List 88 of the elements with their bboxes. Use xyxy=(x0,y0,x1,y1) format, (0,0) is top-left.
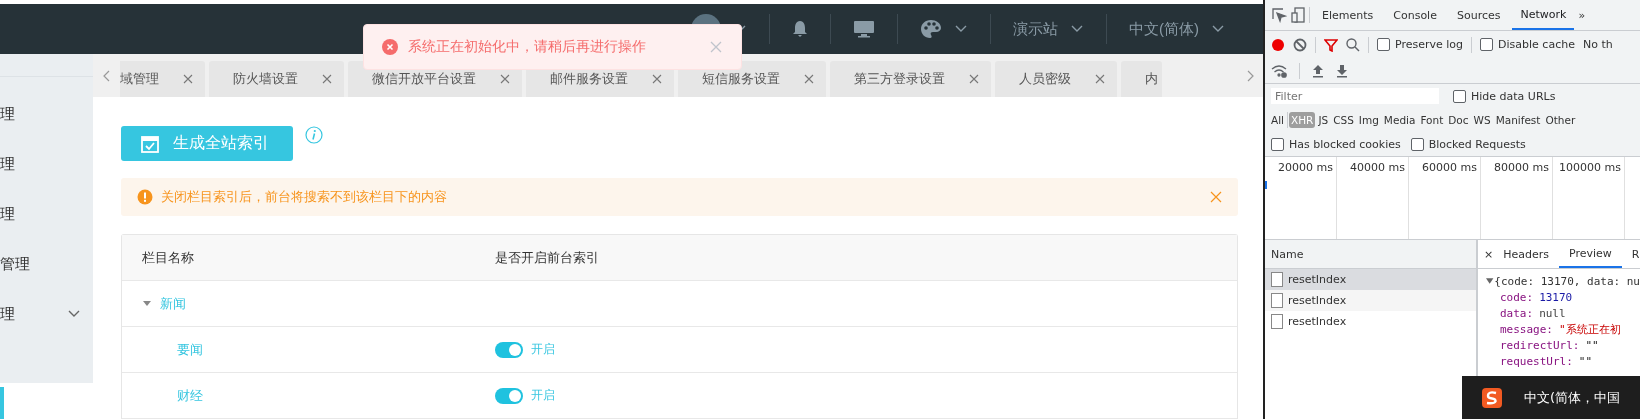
sidebar-item[interactable]: 理 xyxy=(0,189,93,239)
json-field: requestUrl: "" xyxy=(1486,353,1640,369)
close-icon[interactable] xyxy=(804,74,814,84)
request-row[interactable]: resetIndex xyxy=(1265,269,1476,290)
details-tab[interactable]: Preview xyxy=(1559,240,1622,268)
toast-message: 系统正在初始化中，请稍后再进行操作 xyxy=(408,38,647,56)
close-icon[interactable] xyxy=(500,74,510,84)
toggle-label: 开启 xyxy=(531,387,555,404)
close-icon[interactable] xyxy=(652,74,662,84)
time-tick: 60000 ms xyxy=(1409,157,1481,239)
clear-icon[interactable] xyxy=(1293,37,1307,52)
time-tick: 20000 ms xyxy=(1265,157,1337,239)
type-filter[interactable]: Manifest xyxy=(1493,112,1543,128)
throttling-dropdown[interactable]: No th xyxy=(1582,38,1613,51)
time-tick: 80000 ms xyxy=(1481,157,1553,239)
type-filter[interactable]: Doc xyxy=(1446,112,1471,128)
close-icon[interactable] xyxy=(183,74,193,84)
upload-icon[interactable] xyxy=(1312,63,1324,78)
more-tabs-button[interactable]: » xyxy=(1578,8,1586,22)
details-tab[interactable]: R xyxy=(1621,240,1640,268)
json-field: data: null xyxy=(1486,305,1640,321)
type-filter[interactable]: WS xyxy=(1471,112,1493,128)
sidebar-item[interactable]: 理 xyxy=(0,289,93,339)
toggle-label: 开启 xyxy=(531,341,555,358)
calendar-check-icon xyxy=(141,134,159,153)
device-icon[interactable] xyxy=(1291,7,1305,23)
json-summary: {code: 13170, data: nu xyxy=(1494,274,1640,288)
panel-tab[interactable]: Elements xyxy=(1314,0,1382,30)
type-filter[interactable]: All xyxy=(1269,112,1287,128)
column-header: 是否开启前台索引 xyxy=(495,248,600,267)
toggle-switch[interactable] xyxy=(495,341,523,358)
palette-icon[interactable] xyxy=(920,19,942,39)
search-icon[interactable] xyxy=(1346,37,1360,52)
type-filter[interactable]: Other xyxy=(1543,112,1578,128)
close-icon[interactable] xyxy=(1095,74,1105,84)
sidebar-item[interactable]: 理 xyxy=(0,89,93,139)
download-icon[interactable] xyxy=(1336,63,1348,78)
json-field: redirectUrl: "" xyxy=(1486,337,1640,353)
json-field: message: "系统正在初 xyxy=(1486,321,1640,337)
panel-tab[interactable]: Sources xyxy=(1448,0,1509,30)
time-tick: 100000 ms xyxy=(1553,157,1625,239)
filter-input[interactable]: Filter xyxy=(1271,88,1439,104)
details-tab[interactable]: Headers xyxy=(1493,240,1559,268)
close-icon[interactable] xyxy=(1210,191,1222,203)
bell-icon[interactable] xyxy=(792,20,808,38)
tab[interactable]: 人员密级 xyxy=(995,61,1117,97)
network-settings-icon[interactable] xyxy=(1271,63,1287,78)
checkbox[interactable]: Hide data URLs xyxy=(1453,89,1556,103)
request-row[interactable]: resetIndex xyxy=(1265,290,1476,311)
language-selector[interactable]: 中文(简体) xyxy=(1129,19,1199,39)
tab[interactable]: 内 xyxy=(1121,61,1162,97)
checkbox[interactable]: Disable cache xyxy=(1480,38,1575,51)
type-filter[interactable]: CSS xyxy=(1331,112,1356,128)
column-header: Name xyxy=(1265,240,1476,269)
close-icon[interactable] xyxy=(969,74,979,84)
ime-language-label: 中文(简体，中国 xyxy=(1524,388,1621,407)
site-selector[interactable]: 演示站 xyxy=(1013,19,1058,39)
sidebar-item[interactable]: 管理 xyxy=(0,239,93,289)
tab[interactable]: 第三方登录设置 xyxy=(830,61,991,97)
error-icon xyxy=(382,39,398,55)
inspect-icon[interactable] xyxy=(1271,7,1287,23)
record-button[interactable] xyxy=(1271,37,1285,52)
active-item-indicator xyxy=(0,387,4,419)
checkbox[interactable]: Preserve log xyxy=(1377,38,1464,51)
type-filter[interactable]: JS xyxy=(1316,112,1331,128)
close-button[interactable]: × xyxy=(1484,247,1494,261)
checkbox[interactable]: Has blocked cookies xyxy=(1271,137,1401,151)
tab[interactable]: 防火墙设置 xyxy=(209,61,344,97)
column-header: 栏目名称 xyxy=(141,248,195,267)
type-filter[interactable]: Img xyxy=(1356,112,1381,128)
request-row[interactable]: resetIndex xyxy=(1265,311,1476,332)
alert-message: 关闭栏目索引后，前台将搜索不到该栏目下的内容 xyxy=(161,188,448,206)
expand-triangle-icon[interactable] xyxy=(1486,277,1495,285)
type-filter[interactable]: Font xyxy=(1418,112,1446,128)
ime-logo-icon xyxy=(1482,387,1502,408)
type-filter[interactable]: Media xyxy=(1381,112,1418,128)
sidebar-item[interactable]: 理 xyxy=(0,139,93,189)
toggle-switch[interactable] xyxy=(495,387,523,404)
chevron-left-icon[interactable] xyxy=(101,68,112,83)
panel-tab[interactable]: Console xyxy=(1385,0,1445,30)
monitor-icon[interactable] xyxy=(853,20,875,38)
filter-icon[interactable] xyxy=(1324,37,1338,52)
checkbox[interactable]: Blocked Requests xyxy=(1410,137,1526,151)
warning-icon xyxy=(137,189,153,205)
json-field: code: 13170 xyxy=(1486,289,1640,305)
close-icon[interactable] xyxy=(322,74,332,84)
tab[interactable]: 域管理 xyxy=(120,61,205,97)
time-tick: 40000 ms xyxy=(1337,157,1409,239)
